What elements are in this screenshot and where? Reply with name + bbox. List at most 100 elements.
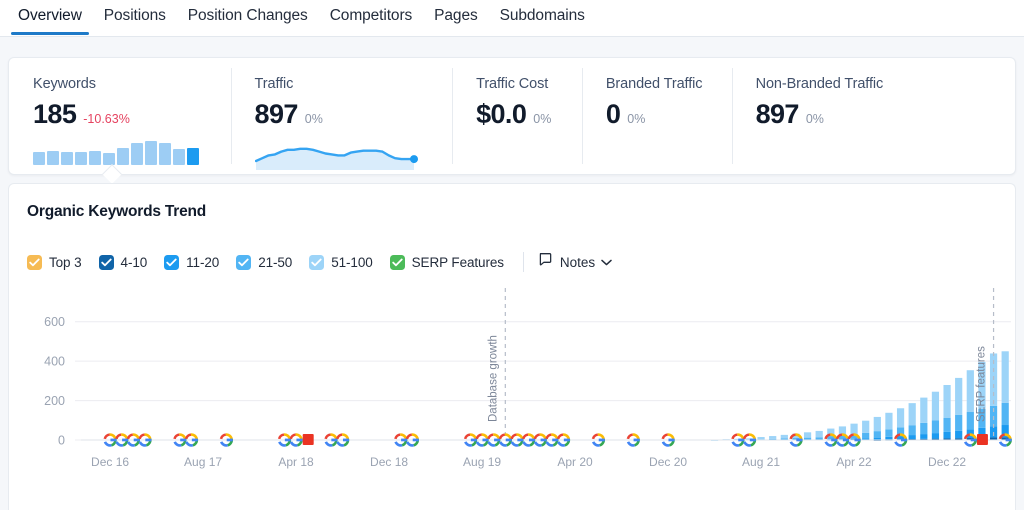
kpi-value-row: 185 -10.63% bbox=[33, 99, 231, 130]
bar-segment bbox=[873, 431, 881, 438]
legend-label: 21-50 bbox=[258, 254, 293, 270]
kpi-value-row: $0.0 0% bbox=[476, 99, 582, 130]
sparkline-bar bbox=[75, 152, 87, 165]
tab-position-changes[interactable]: Position Changes bbox=[177, 0, 319, 35]
y-axis-tick-label: 200 bbox=[44, 394, 65, 408]
y-axis-tick-label: 400 bbox=[44, 355, 65, 369]
note-flag-icon[interactable] bbox=[302, 434, 314, 445]
note-flag-icon bbox=[538, 252, 553, 272]
notes-dropdown[interactable]: Notes bbox=[538, 252, 612, 272]
bar-segment bbox=[862, 432, 870, 439]
kpi-value: 897 bbox=[755, 99, 800, 129]
kpi-title: Traffic bbox=[254, 76, 294, 92]
bar-segment bbox=[955, 377, 963, 415]
kpi-value: 897 bbox=[254, 99, 299, 129]
kpi-value-row: 0 0% bbox=[606, 99, 732, 130]
tab-overview[interactable]: Overview bbox=[7, 0, 93, 35]
y-axis-tick-label: 0 bbox=[58, 434, 65, 448]
bar-segment bbox=[943, 431, 951, 439]
tab-subdomains[interactable]: Subdomains bbox=[489, 0, 596, 35]
checkbox-checked-icon[interactable] bbox=[27, 254, 42, 270]
checkbox-checked-icon[interactable] bbox=[164, 254, 180, 270]
kpi-traffic-cost[interactable]: Traffic Cost $0.0 0% bbox=[452, 58, 582, 174]
legend-item-4-10[interactable]: 4-10 bbox=[98, 254, 148, 270]
legend-item-serp-features[interactable]: SERP Features bbox=[389, 254, 504, 270]
bar-segment bbox=[931, 433, 940, 439]
bar-segment bbox=[908, 435, 916, 440]
bar-segment bbox=[931, 391, 940, 421]
bar-segment bbox=[885, 436, 893, 440]
x-axis-tick-label: Aug 19 bbox=[463, 455, 501, 469]
organic-keywords-trend-panel: Organic Keywords Trend Top 3 4-10 11-20 21-… bbox=[8, 183, 1016, 510]
annotation-label: Database growth bbox=[487, 335, 499, 422]
tab-positions[interactable]: Positions bbox=[93, 0, 177, 35]
legend-item-11-20[interactable]: 11-20 bbox=[164, 254, 220, 270]
bar-segment bbox=[943, 417, 951, 432]
chevron-down-icon bbox=[601, 253, 612, 271]
kpi-delta: 0% bbox=[533, 112, 552, 126]
kpi-value-row: 897 0% bbox=[255, 99, 453, 130]
checkbox-checked-icon[interactable] bbox=[309, 254, 325, 270]
bar-segment bbox=[873, 416, 881, 432]
sparkline-bar bbox=[47, 151, 59, 165]
kpi-non-branded-traffic[interactable]: Non-Branded Traffic 897 0% bbox=[731, 58, 1015, 174]
sparkline-bar bbox=[89, 151, 101, 165]
kpi-keywords[interactable]: Keywords 185 -10.63% bbox=[9, 58, 231, 184]
bar-segment bbox=[803, 432, 812, 438]
kpi-branded-traffic[interactable]: Branded Traffic 0 0% bbox=[581, 58, 732, 174]
note-flag-icon[interactable] bbox=[976, 434, 988, 445]
chart-legend: Top 3 4-10 11-20 21-50 51-100 SERP Features N… bbox=[27, 252, 612, 272]
bar-segment bbox=[955, 414, 963, 431]
bar-segment bbox=[769, 436, 777, 439]
selected-card-pointer bbox=[102, 164, 122, 184]
x-axis-tick-label: Dec 18 bbox=[370, 455, 408, 469]
kpi-summary-card: Keywords 185 -10.63% Traffic 897 0% Traffic Co… bbox=[8, 57, 1016, 184]
x-axis-tick-label: Apr 18 bbox=[278, 455, 314, 469]
sparkline-bar bbox=[187, 148, 199, 165]
tab-competitors[interactable]: Competitors bbox=[319, 0, 423, 35]
kpi-delta: 0% bbox=[805, 112, 824, 126]
bar-segment bbox=[896, 408, 905, 428]
legend-divider bbox=[522, 252, 524, 272]
bar-segment bbox=[908, 425, 916, 436]
kpi-title: Keywords bbox=[33, 76, 96, 92]
bar-segment bbox=[931, 420, 940, 434]
x-axis-tick-label: Dec 22 bbox=[928, 455, 966, 469]
bar-segment bbox=[757, 437, 765, 440]
bar-segment bbox=[955, 430, 963, 439]
sparkline-bar bbox=[117, 148, 129, 165]
kpi-delta: -10.63% bbox=[83, 112, 130, 126]
bar-segment bbox=[1001, 402, 1009, 426]
checkbox-checked-icon[interactable] bbox=[98, 254, 114, 270]
legend-item-51-100[interactable]: 51-100 bbox=[309, 254, 373, 270]
bar-segment bbox=[920, 434, 928, 439]
bar-segment bbox=[885, 412, 893, 430]
x-axis-tick-label: Aug 17 bbox=[184, 455, 222, 469]
checkbox-checked-icon[interactable] bbox=[236, 254, 252, 270]
keywords-sparkline bbox=[33, 139, 231, 165]
legend-label: 4-10 bbox=[120, 254, 148, 270]
legend-label: SERP Features bbox=[411, 254, 504, 270]
bar-segment bbox=[815, 430, 823, 438]
bar-segment bbox=[908, 403, 916, 426]
bar-series-51-100 bbox=[710, 351, 1009, 441]
kpi-delta: 0% bbox=[627, 112, 646, 126]
tab-pages[interactable]: Pages bbox=[423, 0, 488, 35]
notes-label: Notes bbox=[559, 254, 596, 270]
x-axis-tick-label: Apr 22 bbox=[836, 455, 872, 469]
kpi-value-row: 897 0% bbox=[756, 99, 1015, 130]
organic-research-overview-page: Overview Positions Position Changes Competi… bbox=[0, 0, 1024, 510]
checkbox-checked-icon[interactable] bbox=[389, 254, 405, 270]
x-axis-tick-label: Dec 16 bbox=[91, 455, 129, 469]
kpi-title: Traffic Cost bbox=[476, 76, 549, 92]
kpi-traffic[interactable]: Traffic 897 0% bbox=[230, 58, 453, 174]
legend-label: 11-20 bbox=[186, 254, 220, 270]
legend-item-top-3[interactable]: Top 3 bbox=[27, 254, 82, 270]
bar-segment bbox=[873, 437, 881, 440]
bar-segment bbox=[862, 420, 870, 433]
bar-segment bbox=[1001, 351, 1009, 403]
x-axis-tick-label: Dec 20 bbox=[649, 455, 687, 469]
organic-keywords-trend-chart[interactable]: 0 200 400 600 Database growth SERP features De… bbox=[9, 288, 1017, 510]
legend-item-21-50[interactable]: 21-50 bbox=[236, 254, 293, 270]
sparkline-bar bbox=[145, 141, 157, 165]
